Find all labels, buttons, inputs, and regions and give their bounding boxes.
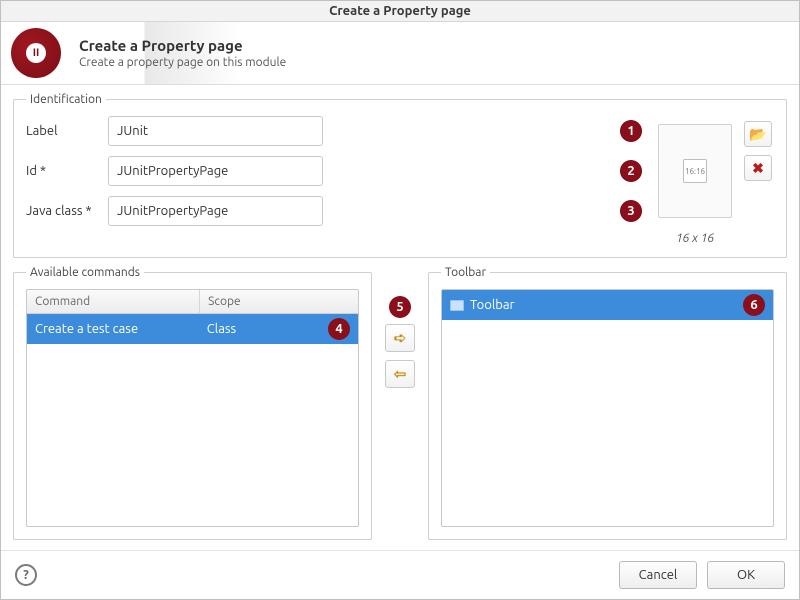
arrow-left-icon: ⇦ (394, 365, 407, 383)
header-subtitle: Create a property page on this module (79, 56, 286, 69)
header-title: Create a Property page (79, 37, 286, 54)
folder-open-icon: 📂 (749, 126, 766, 143)
toolbar-group: Toolbar Toolbar 6 (428, 266, 787, 540)
help-button[interactable]: ? (15, 564, 37, 586)
table-row[interactable]: Create a test case Class 4 (27, 314, 358, 344)
remove-image-button[interactable]: ✖ (744, 155, 772, 181)
cell-command: Create a test case (35, 322, 199, 336)
identification-group: Identification Label 1 16:16 📂 ✖ Id * (13, 93, 787, 258)
annotation-badge-2: 2 (620, 160, 642, 182)
javaclass-label: Java class * (26, 204, 98, 218)
wizard-icon: II (11, 28, 61, 78)
annotation-badge-5: 5 (389, 296, 411, 318)
dialog-header: II Create a Property page Create a prope… (1, 22, 799, 85)
column-header-scope[interactable]: Scope (199, 290, 358, 313)
image-thumb-icon: 16:16 (683, 159, 707, 183)
toolbar-tree[interactable]: Toolbar 6 (441, 289, 774, 527)
image-size-label: 16 x 16 (658, 232, 732, 245)
id-input[interactable] (108, 156, 323, 186)
identification-legend: Identification (26, 93, 106, 106)
header-text: Create a Property page Create a property… (79, 37, 286, 69)
toolbar-legend: Toolbar (441, 266, 490, 279)
content-area: Identification Label 1 16:16 📂 ✖ Id * (1, 85, 799, 550)
transfer-buttons: 5 ➪ ⇦ (380, 266, 420, 540)
label-label: Label (26, 124, 98, 138)
available-commands-legend: Available commands (26, 266, 144, 279)
window-title: Create a Property page (1, 1, 799, 22)
toolbar-root-label: Toolbar (470, 298, 514, 312)
annotation-badge-3: 3 (620, 200, 642, 222)
dialog-footer: ? Cancel OK (1, 550, 799, 599)
annotation-badge-4: 4 (328, 318, 350, 340)
dialog-window: Create a Property page II Create a Prope… (0, 0, 800, 600)
cancel-button[interactable]: Cancel (619, 561, 697, 589)
remove-icon: ✖ (752, 160, 764, 177)
toolbar-root-item[interactable]: Toolbar 6 (442, 290, 773, 320)
column-header-command[interactable]: Command (27, 290, 199, 313)
arrow-right-icon: ➪ (394, 329, 407, 347)
cell-scope: Class (199, 322, 236, 336)
remove-from-toolbar-button[interactable]: ⇦ (385, 360, 415, 388)
label-input[interactable] (108, 116, 323, 146)
id-label: Id * (26, 164, 98, 178)
add-to-toolbar-button[interactable]: ➪ (385, 324, 415, 352)
annotation-badge-6: 6 (743, 294, 765, 316)
browse-image-button[interactable]: 📂 (744, 121, 772, 147)
available-commands-table[interactable]: Command Scope Create a test case Class 4 (26, 289, 359, 527)
ok-button[interactable]: OK (707, 561, 785, 589)
folder-icon (450, 300, 464, 311)
javaclass-input[interactable] (108, 196, 323, 226)
available-commands-group: Available commands Command Scope Create … (13, 266, 372, 540)
image-preview: 16:16 (658, 124, 732, 218)
annotation-badge-1: 1 (620, 120, 642, 142)
